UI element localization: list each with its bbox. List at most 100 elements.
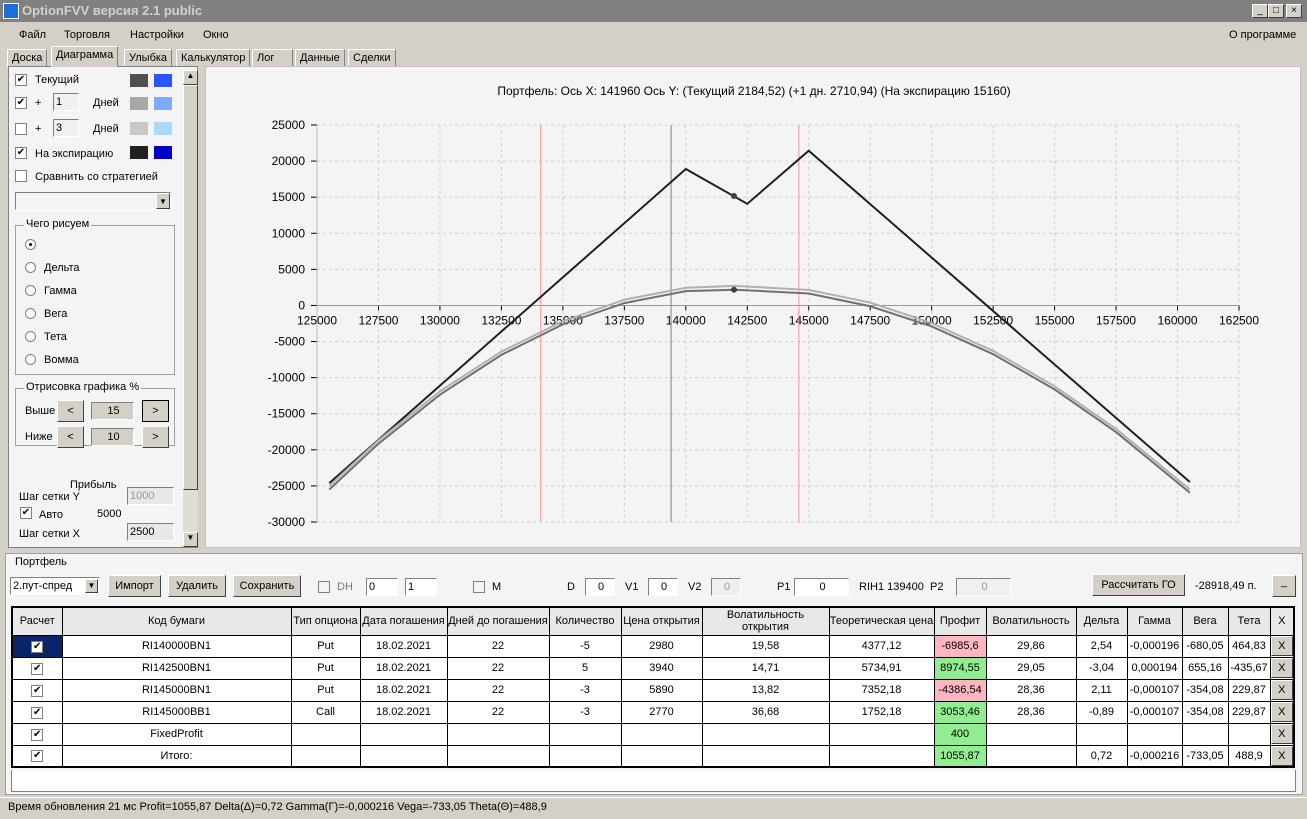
tab-board[interactable]: Доска [7,49,48,67]
current-greek-color-swatch[interactable] [154,74,172,87]
column-header[interactable]: Тета [1227,606,1271,636]
days3-greek-color-swatch[interactable] [154,122,172,135]
expiration-greek-color-swatch[interactable] [154,146,172,159]
remove-row-button[interactable]: X [1269,656,1295,680]
column-header[interactable]: Гамма [1126,606,1183,636]
menu-window[interactable]: Окно [203,25,229,45]
tab-calculator[interactable]: Калькулятор [176,49,251,67]
radio-2[interactable] [25,285,36,296]
minimize-portfolio-button[interactable]: _ [1272,575,1296,597]
dh-stepper-b[interactable]: 1 [405,578,437,596]
above-value[interactable]: 15 [91,402,134,420]
below-value[interactable]: 10 [91,428,134,446]
plus-days-3-checkbox[interactable] [15,123,27,135]
tab-diagram[interactable]: Диаграмма [51,46,119,67]
v1-input[interactable]: 0 [648,578,678,596]
calculate-margin-button[interactable]: Рассчитать ГО [1092,574,1185,596]
column-header[interactable]: X [1269,606,1295,636]
calc-checkbox[interactable]: ✔ [31,640,44,653]
radio-3[interactable] [25,308,36,319]
remove-row-button[interactable]: X [1269,744,1295,768]
column-header[interactable]: Волатильность открытия [701,606,830,636]
calc-checkbox-cell[interactable]: ✔ [11,634,63,658]
v2-input[interactable]: 0 [711,578,741,596]
scroll-thumb[interactable] [183,85,198,490]
table-row[interactable]: ✔ RI140000BN1 Put 18.02.2021 22 -5 2980 19,58 43… [11,634,1295,658]
above-decrease-button[interactable]: < [57,400,84,422]
auto-checkbox[interactable]: ✔ [20,507,32,519]
menu-trading[interactable]: Торговля [64,25,110,45]
grid-y-input[interactable]: 1000 [127,487,174,505]
days1-color-swatch[interactable] [130,97,148,110]
column-header[interactable]: Дней до погашения [446,606,550,636]
m-checkbox[interactable] [473,581,485,593]
strategy-compare-dropdown[interactable]: ▼ [15,192,171,210]
days1-greek-color-swatch[interactable] [154,97,172,110]
column-header[interactable]: Цена открытия [620,606,703,636]
tab-data[interactable]: Данные [295,49,345,67]
calc-checkbox-cell[interactable]: ✔ [11,700,63,724]
scrollbar[interactable]: ▲ ▼ [183,70,198,547]
calc-checkbox-cell[interactable]: ✔ [11,656,63,680]
below-decrease-button[interactable]: < [57,426,84,448]
chevron-down-icon[interactable]: ▼ [85,579,98,593]
dh-checkbox[interactable] [318,581,330,593]
strategy-select[interactable]: 2.пут-спред ▼ [10,577,100,595]
p2-input[interactable]: 0 [956,578,1011,596]
close-icon[interactable]: X [1271,636,1293,656]
remove-row-button[interactable]: X [1269,722,1295,746]
column-header[interactable]: Вега [1181,606,1229,636]
column-header[interactable]: Тип опциона [290,606,361,636]
column-header[interactable]: Теоретическая цена [828,606,935,636]
minimize-button[interactable]: _ [1252,4,1268,18]
radio-5[interactable] [25,354,36,365]
days3-color-swatch[interactable] [130,122,148,135]
plus-days-1-checkbox[interactable]: ✔ [15,97,27,109]
chevron-down-icon[interactable]: ▼ [156,193,170,209]
close-icon[interactable]: X [1271,724,1293,744]
table-row[interactable]: ✔ Итого: 1055,87 0,72 -0,000216 -733,05 488,9 X [11,744,1295,768]
tab-log[interactable]: Лог [252,49,293,67]
dh-stepper-a[interactable]: 0 [366,578,398,596]
above-increase-button[interactable]: > [142,400,169,422]
radio-0[interactable]: Прибыль [25,239,117,491]
calc-checkbox-cell[interactable]: ✔ [11,678,63,702]
grid-x-input[interactable]: 2500 [127,523,174,541]
column-header[interactable]: Расчет [11,606,63,636]
compare-checkbox[interactable] [15,170,27,182]
close-icon[interactable]: X [1271,680,1293,700]
calc-checkbox-cell[interactable]: ✔ [11,722,63,746]
below-increase-button[interactable]: > [142,426,169,448]
import-button[interactable]: Импорт [108,575,161,597]
scroll-up-icon[interactable]: ▲ [183,70,198,85]
scroll-down-icon[interactable]: ▼ [183,532,198,547]
days3-input[interactable]: 3 [53,119,79,137]
remove-row-button[interactable]: X [1269,678,1295,702]
radio-4[interactable] [25,331,36,342]
table-row[interactable]: ✔ RI142500BN1 Put 18.02.2021 22 5 3940 14,71 573… [11,656,1295,680]
table-row[interactable]: ✔ RI145000BN1 Put 18.02.2021 22 -3 5890 13,82 73… [11,678,1295,702]
close-icon[interactable]: X [1271,702,1293,722]
payoff-chart[interactable]: 125000 127500 130000 132500 135000 137500 1400… [206,67,1302,549]
current-color-swatch[interactable] [130,74,148,87]
remove-row-button[interactable]: X [1269,700,1295,724]
tab-smile[interactable]: Улыбка [124,49,173,67]
chart-area[interactable]: Портфель: Ось X: 141960 Ось Y: (Текущий … [205,66,1301,548]
calc-checkbox[interactable]: ✔ [31,706,44,719]
expiration-checkbox[interactable]: ✔ [15,147,27,159]
tab-deals[interactable]: Сделки [348,49,396,67]
save-button[interactable]: Сохранить [233,575,301,597]
calc-checkbox[interactable]: ✔ [31,662,44,675]
remove-row-button[interactable]: X [1269,634,1295,658]
column-header[interactable]: Волатильность [985,606,1077,636]
table-row[interactable]: ✔ FixedProfit 400 X [11,722,1295,746]
days1-input[interactable]: 1 [53,93,79,111]
column-header[interactable]: Профит [933,606,987,636]
p1-input[interactable]: 0 [794,578,849,596]
column-header[interactable]: Дата погашения [359,606,448,636]
current-checkbox[interactable]: ✔ [15,74,27,86]
table-row[interactable]: ✔ RI145000BB1 Call 18.02.2021 22 -3 2770 36,68 1… [11,700,1295,724]
menu-about[interactable]: О программе [1229,25,1296,45]
radio-1[interactable] [25,262,36,273]
menu-settings[interactable]: Настройки [130,25,184,45]
